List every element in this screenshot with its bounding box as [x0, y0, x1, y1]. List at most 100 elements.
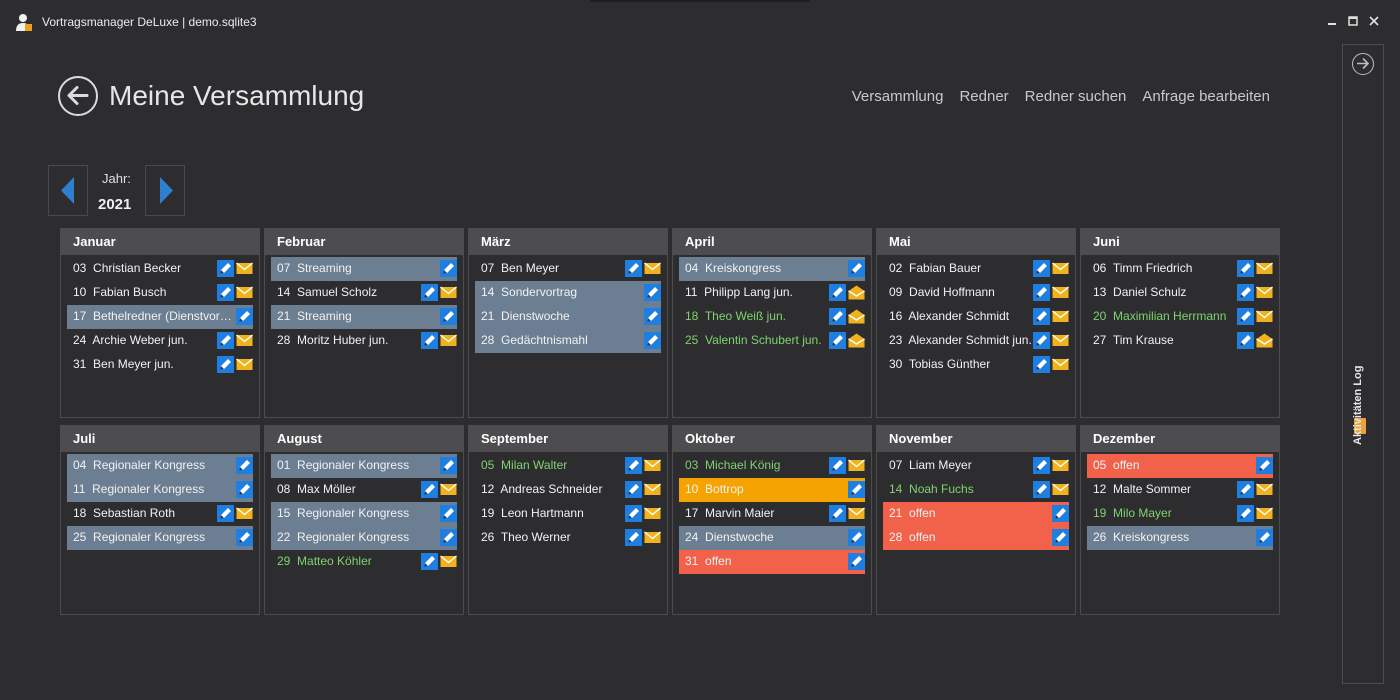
calendar-entry[interactable]: 08 Max Möller	[271, 478, 457, 502]
calendar-entry[interactable]: 24 Dienstwoche	[679, 526, 865, 550]
edit-icon[interactable]	[421, 481, 438, 498]
mail-icon[interactable]	[1256, 284, 1273, 301]
edit-icon[interactable]	[625, 457, 642, 474]
mail-icon[interactable]	[1052, 481, 1069, 498]
mail-icon[interactable]	[644, 529, 661, 546]
calendar-entry[interactable]: 03 Michael König	[679, 454, 865, 478]
edit-icon[interactable]	[236, 308, 253, 325]
next-year-button[interactable]	[145, 165, 185, 216]
calendar-entry[interactable]: 25 Valentin Schubert jun.	[679, 329, 865, 353]
calendar-entry[interactable]: 11 Philipp Lang jun.	[679, 281, 865, 305]
calendar-entry[interactable]: 28 Moritz Huber jun.	[271, 329, 457, 353]
edit-icon[interactable]	[848, 481, 865, 498]
calendar-entry[interactable]: 12 Malte Sommer	[1087, 478, 1273, 502]
mail-icon[interactable]	[1052, 260, 1069, 277]
calendar-entry[interactable]: 11 Regionaler Kongress	[67, 478, 253, 502]
edit-icon[interactable]	[217, 260, 234, 277]
mail-open-icon[interactable]	[848, 332, 865, 349]
edit-icon[interactable]	[236, 457, 253, 474]
minimize-icon[interactable]	[1322, 11, 1342, 31]
mail-icon[interactable]	[236, 260, 253, 277]
calendar-entry[interactable]: 28 offen	[883, 526, 1069, 550]
calendar-entry[interactable]: 21 Dienstwoche	[475, 305, 661, 329]
calendar-entry[interactable]: 04 Kreiskongress	[679, 257, 865, 281]
calendar-entry[interactable]: 10 Fabian Busch	[67, 281, 253, 305]
edit-icon[interactable]	[1256, 529, 1273, 546]
calendar-entry[interactable]: 14 Noah Fuchs	[883, 478, 1069, 502]
edit-icon[interactable]	[829, 308, 846, 325]
calendar-entry[interactable]: 02 Fabian Bauer	[883, 257, 1069, 281]
mail-icon[interactable]	[1256, 308, 1273, 325]
edit-icon[interactable]	[829, 284, 846, 301]
calendar-entry[interactable]: 26 Kreiskongress	[1087, 526, 1273, 550]
edit-icon[interactable]	[1237, 308, 1254, 325]
calendar-entry[interactable]: 16 Alexander Schmidt	[883, 305, 1069, 329]
mail-icon[interactable]	[1256, 505, 1273, 522]
edit-icon[interactable]	[421, 284, 438, 301]
edit-icon[interactable]	[1052, 529, 1069, 546]
mail-icon[interactable]	[236, 356, 253, 373]
calendar-entry[interactable]: 31 offen	[679, 550, 865, 574]
calendar-entry[interactable]: 06 Timm Friedrich	[1087, 257, 1273, 281]
edit-icon[interactable]	[625, 505, 642, 522]
edit-icon[interactable]	[625, 260, 642, 277]
calendar-entry[interactable]: 21 offen	[883, 502, 1069, 526]
mail-icon[interactable]	[848, 457, 865, 474]
edit-icon[interactable]	[217, 332, 234, 349]
calendar-entry[interactable]: 19 Leon Hartmann	[475, 502, 661, 526]
edit-icon[interactable]	[829, 332, 846, 349]
calendar-entry[interactable]: 18 Sebastian Roth	[67, 502, 253, 526]
calendar-entry[interactable]: 07 Liam Meyer	[883, 454, 1069, 478]
nav-redner[interactable]: Redner	[959, 88, 1008, 105]
calendar-entry[interactable]: 30 Tobias Günther	[883, 353, 1069, 377]
mail-icon[interactable]	[440, 553, 457, 570]
mail-icon[interactable]	[236, 284, 253, 301]
mail-icon[interactable]	[644, 481, 661, 498]
calendar-entry[interactable]: 23 Alexander Schmidt jun.	[883, 329, 1069, 353]
mail-icon[interactable]	[644, 505, 661, 522]
mail-icon[interactable]	[236, 505, 253, 522]
calendar-entry[interactable]: 22 Regionaler Kongress	[271, 526, 457, 550]
mail-icon[interactable]	[440, 332, 457, 349]
calendar-entry[interactable]: 12 Andreas Schneider	[475, 478, 661, 502]
calendar-entry[interactable]: 21 Streaming	[271, 305, 457, 329]
calendar-entry[interactable]: 26 Theo Werner	[475, 526, 661, 550]
edit-icon[interactable]	[1052, 505, 1069, 522]
back-button[interactable]	[58, 76, 98, 116]
mail-icon[interactable]	[1052, 284, 1069, 301]
edit-icon[interactable]	[644, 284, 661, 301]
mail-icon[interactable]	[1052, 332, 1069, 349]
mail-icon[interactable]	[848, 505, 865, 522]
calendar-entry[interactable]: 05 Milan Walter	[475, 454, 661, 478]
edit-icon[interactable]	[217, 356, 234, 373]
calendar-entry[interactable]: 10 Bottrop	[679, 478, 865, 502]
edit-icon[interactable]	[625, 529, 642, 546]
edit-icon[interactable]	[848, 260, 865, 277]
edit-icon[interactable]	[1033, 308, 1050, 325]
nav-redner-suchen[interactable]: Redner suchen	[1025, 88, 1127, 105]
edit-icon[interactable]	[236, 529, 253, 546]
calendar-entry[interactable]: 25 Regionaler Kongress	[67, 526, 253, 550]
calendar-entry[interactable]: 17 Marvin Maier	[679, 502, 865, 526]
calendar-entry[interactable]: 19 Milo Mayer	[1087, 502, 1273, 526]
calendar-entry[interactable]: 31 Ben Meyer jun.	[67, 353, 253, 377]
mail-icon[interactable]	[644, 457, 661, 474]
close-icon[interactable]	[1364, 11, 1384, 31]
calendar-entry[interactable]: 14 Samuel Scholz	[271, 281, 457, 305]
activity-log-panel[interactable]: Aktivitäten Log	[1342, 44, 1384, 684]
edit-icon[interactable]	[1256, 457, 1273, 474]
calendar-entry[interactable]: 18 Theo Weiß jun.	[679, 305, 865, 329]
edit-icon[interactable]	[1033, 332, 1050, 349]
edit-icon[interactable]	[1237, 332, 1254, 349]
calendar-entry[interactable]: 03 Christian Becker	[67, 257, 253, 281]
calendar-entry[interactable]: 28 Gedächtnismahl	[475, 329, 661, 353]
nav-versammlung[interactable]: Versammlung	[852, 88, 944, 105]
activity-log-label[interactable]: Aktivitäten Log	[1352, 366, 1364, 445]
calendar-entry[interactable]: 29 Matteo Köhler	[271, 550, 457, 574]
mail-icon[interactable]	[1256, 260, 1273, 277]
edit-icon[interactable]	[217, 505, 234, 522]
calendar-entry[interactable]: 07 Ben Meyer	[475, 257, 661, 281]
expand-panel-button[interactable]	[1352, 53, 1374, 75]
mail-icon[interactable]	[440, 481, 457, 498]
calendar-entry[interactable]: 01 Regionaler Kongress	[271, 454, 457, 478]
